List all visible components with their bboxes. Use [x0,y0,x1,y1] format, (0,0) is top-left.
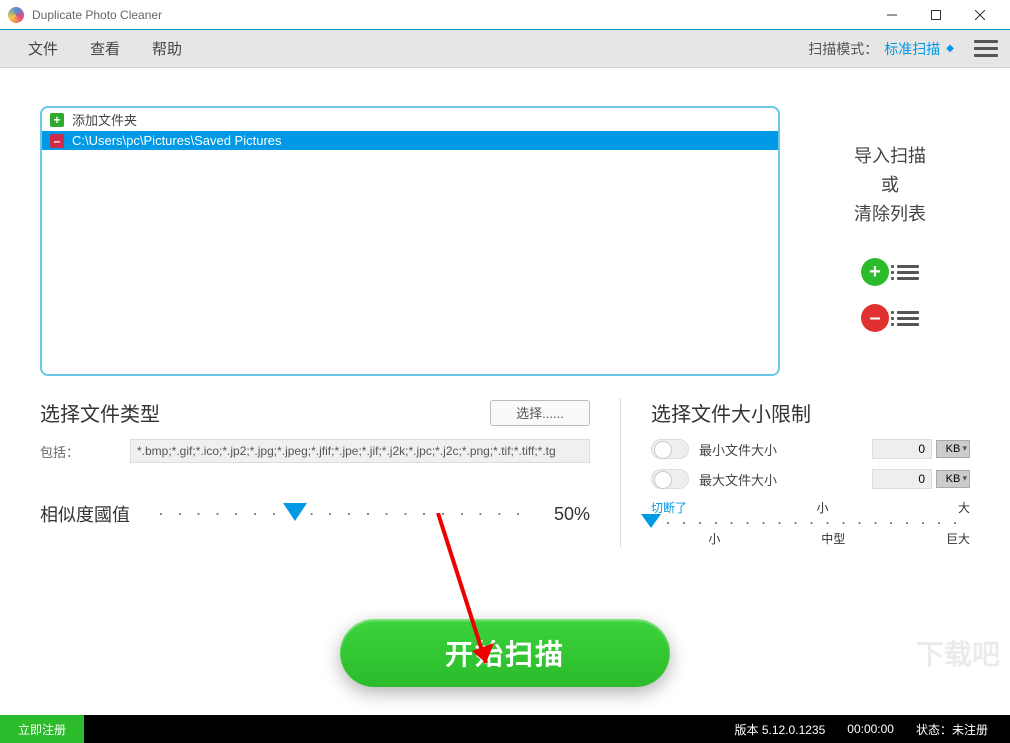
minus-circle-icon: – [861,304,889,332]
max-size-unit[interactable]: KB [936,470,970,488]
clear-list-button[interactable]: – [861,304,919,332]
sizelimit-title: 选择文件大小限制 [651,398,811,427]
title-bar: Duplicate Photo Cleaner [0,0,1010,30]
cutoff-bot-right: 巨大 [946,530,970,547]
side-actions-label: 导入扫描 或 清除列表 [854,142,926,228]
minus-icon: – [50,134,64,148]
elapsed-time: 00:00:00 [847,722,894,736]
list-lines-icon [897,265,919,280]
threshold-value: 50% [554,504,590,525]
folder-path-text: C:\Users\pc\Pictures\Saved Pictures [72,133,282,148]
list-lines-icon [897,311,919,326]
scan-mode-label: 扫描模式： [808,39,878,59]
threshold-slider[interactable] [160,513,536,515]
cutoff-slider[interactable] [651,522,970,524]
main-area: + 添加文件夹 – C:\Users\pc\Pictures\Saved Pic… [0,68,1010,705]
start-scan-button[interactable]: 开始扫描 [340,619,670,687]
folder-path-row[interactable]: – C:\Users\pc\Pictures\Saved Pictures [42,131,778,150]
registration-status: 状态：未注册 [916,721,988,738]
menu-file[interactable]: 文件 [12,32,74,65]
add-folder-row[interactable]: + 添加文件夹 [42,108,778,131]
plus-circle-icon: + [861,258,889,286]
side-actions: 导入扫描 或 清除列表 + – [810,106,970,376]
threshold-slider-handle[interactable] [283,503,307,521]
menu-help[interactable]: 帮助 [136,32,198,65]
min-size-label: 最小文件大小 [699,440,872,459]
version-text: 版本 5.12.0.1235 [735,721,826,738]
minimize-button[interactable] [870,1,914,29]
min-size-toggle[interactable] [651,439,689,459]
cutoff-bot-left: 小 [708,530,720,547]
max-size-label: 最大文件大小 [699,470,872,489]
window-title: Duplicate Photo Cleaner [32,8,870,22]
filetypes-title: 选择文件类型 [40,398,160,427]
menu-view[interactable]: 查看 [74,32,136,65]
hamburger-menu-icon[interactable] [974,40,998,57]
watermark: 下载吧 [916,633,1000,673]
scan-mode-value[interactable]: 标准扫描 [884,39,940,59]
include-label: 包括： [40,442,130,461]
include-extensions-box: *.bmp;*.gif;*.ico;*.jp2;*.jpg;*.jpeg;*.j… [130,439,590,463]
import-list-button[interactable]: + [861,258,919,286]
status-bar: 立即注册 版本 5.12.0.1235 00:00:00 状态：未注册 [0,715,1010,743]
scan-mode-dropdown-icon[interactable]: ◆ [946,43,954,54]
plus-icon: + [50,113,64,127]
select-filetypes-button[interactable]: 选择...... [490,400,590,426]
register-now-button[interactable]: 立即注册 [0,715,84,743]
max-size-toggle[interactable] [651,469,689,489]
menu-bar: 文件 查看 帮助 扫描模式： 标准扫描 ◆ [0,30,1010,68]
cutoff-top-mid: 小 [816,499,828,516]
cutoff-bot-mid: 中型 [821,530,845,547]
cutoff-top-right: 大 [958,499,970,516]
close-button[interactable] [958,1,1002,29]
folder-list-box[interactable]: + 添加文件夹 – C:\Users\pc\Pictures\Saved Pic… [40,106,780,376]
threshold-label: 相似度國值 [40,501,160,527]
maximize-button[interactable] [914,1,958,29]
max-size-value[interactable]: 0 [872,469,932,489]
app-icon [8,7,24,23]
cutoff-slider-handle[interactable] [641,514,661,528]
min-size-unit[interactable]: KB [936,440,970,458]
min-size-value[interactable]: 0 [872,439,932,459]
add-folder-label: 添加文件夹 [72,110,137,129]
